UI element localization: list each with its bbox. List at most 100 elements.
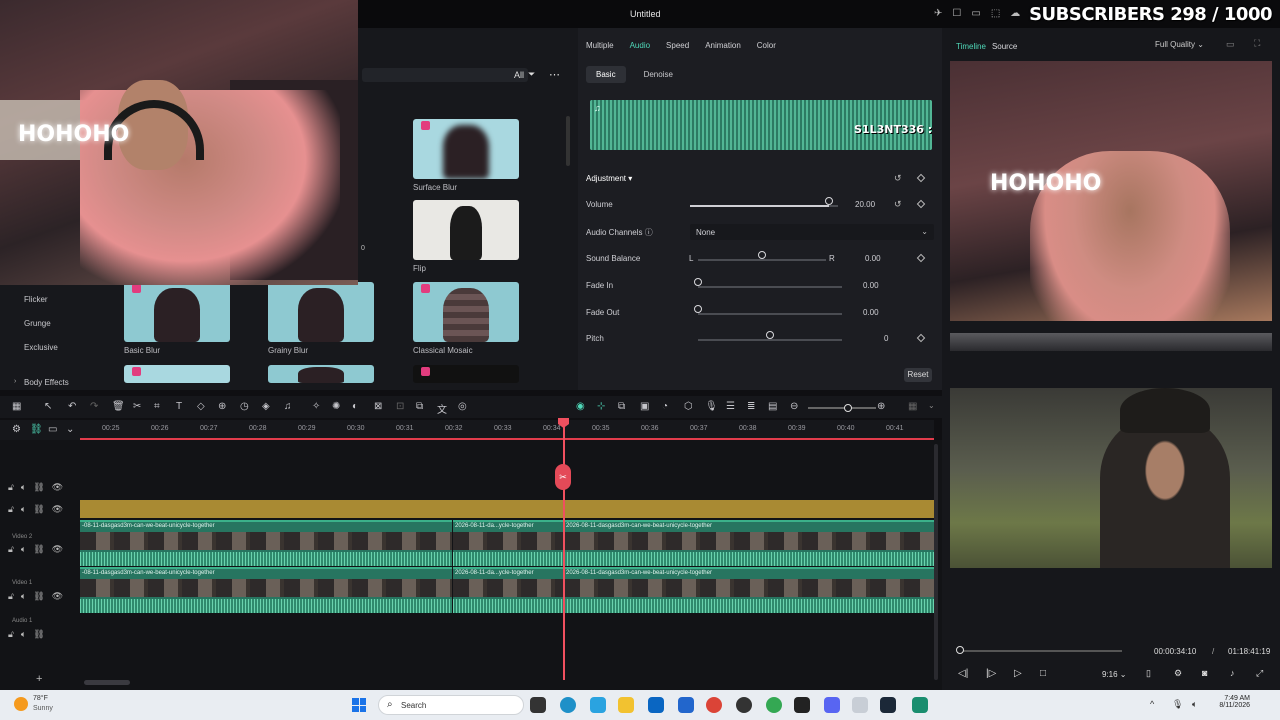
link-track-icon[interactable]: ⛓︎ xyxy=(33,544,44,555)
start-icon[interactable] xyxy=(352,698,366,712)
tab-multiple[interactable]: Multiple xyxy=(586,41,614,50)
tab-speed[interactable]: Speed xyxy=(666,41,689,50)
layout-icon[interactable]: ▭ xyxy=(971,8,980,19)
crop-icon[interactable]: ⌗ xyxy=(154,401,160,412)
volume-icon[interactable]: ♪ xyxy=(1230,668,1235,678)
fade-in-value[interactable]: 0.00 xyxy=(863,281,879,290)
fade-out-value[interactable]: 0.00 xyxy=(863,308,879,317)
chevron-down-icon[interactable]: ⌄ xyxy=(66,424,74,435)
speed-icon[interactable]: ◷ xyxy=(240,401,249,412)
weather-desc[interactable]: Sunny xyxy=(33,705,53,712)
balance-slider-knob[interactable] xyxy=(758,251,766,259)
zoom-slider[interactable] xyxy=(808,407,876,409)
preview-scrubber[interactable] xyxy=(958,650,1122,652)
video-clip[interactable]: 2026-08-11-da...ycle-together xyxy=(453,520,563,566)
keyframe-icon[interactable] xyxy=(916,253,926,263)
eye-icon[interactable]: 👁︎ xyxy=(52,544,63,555)
effect-thumb-flip[interactable] xyxy=(413,200,519,260)
tab-source[interactable]: Source xyxy=(992,42,1017,51)
shape-icon[interactable]: ◇ xyxy=(197,401,205,412)
mask-icon[interactable]: ◐ xyxy=(352,401,358,412)
feedback-icon[interactable]: ☐ xyxy=(952,8,961,19)
ai-tool-icon[interactable]: ✧ xyxy=(312,401,320,412)
notepad-icon[interactable] xyxy=(852,697,868,713)
fade-in-slider-knob[interactable] xyxy=(694,278,702,286)
filmora-icon[interactable] xyxy=(912,697,928,713)
mic-icon[interactable]: 🎙 xyxy=(705,401,718,412)
keyframe-tool-icon[interactable]: ◈ xyxy=(262,401,270,412)
keyframe-icon[interactable] xyxy=(916,333,926,343)
zoom-out-icon[interactable]: ⊖ xyxy=(790,401,798,412)
subtitle-icon[interactable]: ▤ xyxy=(768,401,777,412)
eye-icon[interactable]: 👁︎ xyxy=(52,504,63,515)
video-clip[interactable]: -08-11-dasgasd3m-can-we-beat-unicycle-to… xyxy=(80,567,452,613)
obs-icon[interactable] xyxy=(736,697,752,713)
select-tool-icon[interactable]: ↖ xyxy=(44,401,52,412)
tab-audio[interactable]: Audio xyxy=(630,41,650,50)
category-flicker[interactable]: Flicker xyxy=(24,295,48,304)
track-icon[interactable]: ⧉ xyxy=(618,401,625,412)
outlook-icon[interactable] xyxy=(648,697,664,713)
quality-select[interactable]: Full Quality ⌄ xyxy=(1155,40,1204,49)
fade-in-slider[interactable] xyxy=(698,286,842,288)
reset-icon[interactable]: ↺ xyxy=(894,173,902,184)
sun-icon[interactable] xyxy=(14,697,28,711)
text-icon[interactable]: T xyxy=(176,401,182,412)
lock-icon[interactable]: 🔓︎ xyxy=(8,482,14,493)
translate-icon[interactable]: 文 xyxy=(437,401,447,416)
audio-channels-select[interactable]: None ⌄ xyxy=(690,224,934,240)
mute-icon[interactable]: 🔈︎ xyxy=(21,591,26,602)
effect-thumb[interactable] xyxy=(413,365,519,383)
zoom-slider-knob[interactable] xyxy=(844,404,852,412)
link-track-icon[interactable]: ⛓︎ xyxy=(33,591,44,602)
fade-out-slider-knob[interactable] xyxy=(694,305,702,313)
link-track-icon[interactable]: ⛓︎ xyxy=(33,629,44,640)
effect-thumb-classical-mosaic[interactable] xyxy=(413,282,519,342)
transition-icon[interactable]: ◔ xyxy=(662,401,668,412)
redo-icon[interactable]: ↷ xyxy=(90,401,98,412)
motion-icon[interactable]: ⊠ xyxy=(374,401,382,412)
balance-value[interactable]: 0.00 xyxy=(865,254,881,263)
playhead[interactable] xyxy=(563,418,565,680)
lock-icon[interactable]: 🔓︎ xyxy=(8,591,14,602)
balance-slider[interactable] xyxy=(698,259,826,261)
keyframe-icon[interactable] xyxy=(916,173,926,183)
video-clip[interactable]: 2026-08-11-dasgasd3m-can-we-beat-unicycl… xyxy=(564,567,934,613)
delete-icon[interactable]: 🗑 xyxy=(112,401,125,412)
mixer-icon[interactable]: ☰ xyxy=(726,401,735,412)
timeline-hscroll[interactable] xyxy=(84,680,130,685)
layout-grid-icon[interactable]: ▦ xyxy=(908,401,917,412)
scissors-icon[interactable]: ✂ xyxy=(555,464,571,490)
audio-tool-icon[interactable]: ♫ xyxy=(284,401,292,412)
pitch-slider[interactable] xyxy=(698,339,842,341)
camera-icon[interactable]: ◙ xyxy=(1202,668,1207,678)
timeline-vscroll[interactable] xyxy=(934,444,938,680)
weather-temp[interactable]: 78°F xyxy=(33,695,48,702)
link-track-icon[interactable]: ⛓︎ xyxy=(33,504,44,515)
effect-thumb[interactable] xyxy=(124,365,230,383)
capcut-icon[interactable] xyxy=(794,697,810,713)
volume-slider-knob[interactable] xyxy=(825,197,834,205)
steam-icon[interactable] xyxy=(880,697,896,713)
play-icon[interactable]: ▷ xyxy=(1014,668,1022,679)
mute-icon[interactable]: 🔈︎ xyxy=(21,482,26,493)
step-play-icon[interactable]: |▷ xyxy=(986,668,996,679)
tab-color[interactable]: Color xyxy=(757,41,776,50)
stabilize-icon[interactable]: ⊡ xyxy=(396,401,404,412)
subtab-denoise[interactable]: Denoise xyxy=(634,66,683,83)
lock-icon[interactable]: 🔓︎ xyxy=(8,544,14,555)
edge-icon[interactable] xyxy=(560,697,576,713)
audio-stretch-icon[interactable]: ≣ xyxy=(747,401,755,412)
folder-icon[interactable] xyxy=(618,697,634,713)
effects-search-input[interactable] xyxy=(362,68,528,82)
keyframe-icon[interactable] xyxy=(916,199,926,209)
reset-button[interactable]: Reset xyxy=(904,368,932,382)
smart-cut-icon[interactable]: ◉ xyxy=(576,401,585,412)
more-options-icon[interactable]: ⋯ xyxy=(549,68,560,81)
chevron-right-icon[interactable]: › xyxy=(14,378,16,385)
send-icon[interactable]: ✈ xyxy=(934,8,942,19)
track-manager-icon[interactable]: ▭ xyxy=(48,424,57,435)
lock-icon[interactable]: 🔓︎ xyxy=(8,629,14,640)
adjustment-header[interactable]: Adjustment ▾ xyxy=(586,174,632,183)
effect-thumb-surface-blur[interactable] xyxy=(413,119,519,179)
